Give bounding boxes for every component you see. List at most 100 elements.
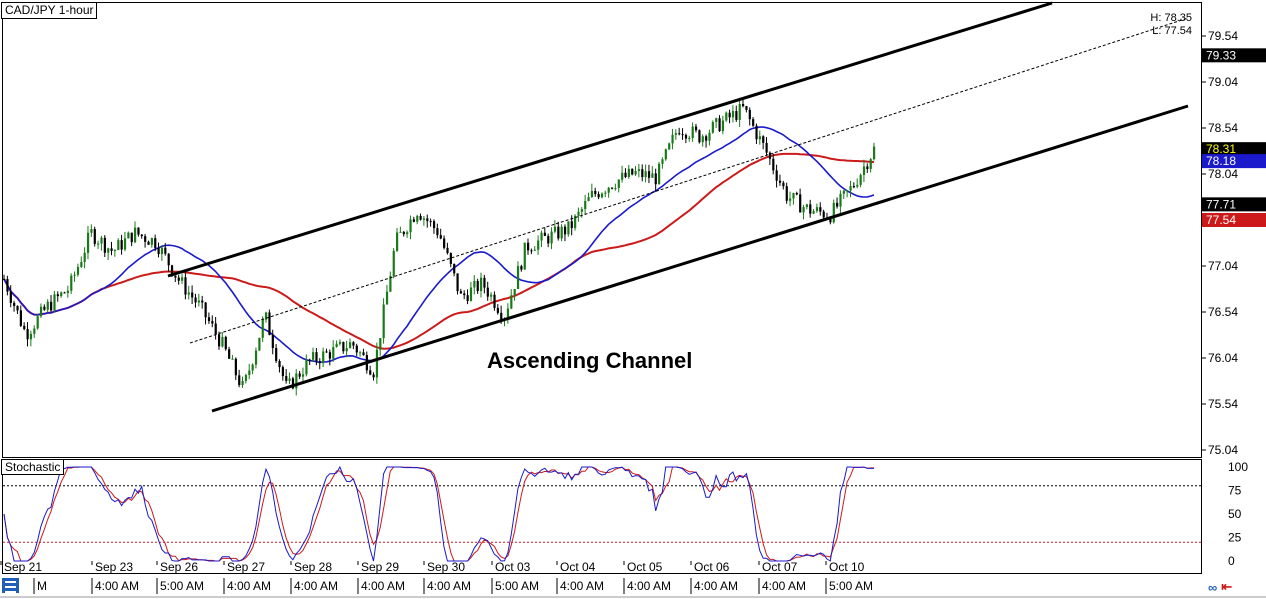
stoch-tick-label: 75 [1228, 484, 1242, 498]
candle-body [520, 266, 523, 270]
candle-body [298, 373, 301, 377]
candle-body [671, 134, 674, 144]
candle-body [436, 228, 439, 236]
candle-body [53, 294, 56, 311]
candle-body [610, 187, 614, 189]
candle-body [26, 329, 29, 340]
time-tick-label: 4:00 AM [762, 579, 806, 593]
candle-body [197, 300, 201, 303]
price-tick-label: 77.04 [1208, 259, 1238, 273]
candle-body [510, 295, 513, 309]
candle-body [345, 348, 348, 352]
candle-body [782, 182, 785, 187]
candle-body [802, 207, 805, 213]
candle-body [6, 279, 9, 292]
candle-body [530, 250, 533, 252]
candle-body [563, 226, 567, 235]
candle-body [449, 253, 452, 264]
candle-body [127, 232, 130, 239]
candle-body [631, 168, 634, 175]
price-tick-label: 79.04 [1208, 75, 1238, 89]
candle-body [873, 146, 876, 160]
time-tick-label: 4:00 AM [694, 579, 738, 593]
candle-body [647, 171, 651, 178]
candle-body [348, 342, 352, 349]
candle-body [553, 226, 557, 232]
jump-to-end-icon[interactable]: ⇤ [1221, 579, 1232, 595]
stoch-tick-label: 0 [1228, 554, 1235, 568]
candle-body [184, 277, 187, 295]
candle-body [859, 174, 862, 185]
candle-body [211, 321, 214, 324]
candle-body [204, 302, 207, 318]
candle-body [396, 232, 399, 251]
candle-body [543, 232, 547, 236]
time-tick-label: Oct 07 [762, 560, 798, 574]
candle-body [668, 143, 671, 150]
candle-body [691, 126, 694, 139]
candle-body [73, 274, 76, 276]
time-tick-label: Sep 23 [95, 560, 133, 574]
candle-body [325, 351, 328, 353]
candle-body [634, 170, 637, 175]
menu-icon[interactable] [2, 578, 19, 593]
candle-body [466, 295, 469, 301]
link-icon[interactable]: ∞ [1208, 580, 1217, 595]
candle-body [852, 186, 856, 188]
candle-body [580, 209, 583, 212]
candle-body [547, 235, 550, 244]
candle-body [63, 292, 66, 294]
candle-body [849, 186, 852, 191]
candle-body [83, 252, 86, 262]
candle-body [476, 280, 479, 292]
candle-body [439, 235, 442, 239]
candle-body [19, 310, 22, 326]
candle-body [113, 250, 117, 252]
price-badge-label: 79.33 [1206, 48, 1236, 62]
candle-body [359, 352, 362, 354]
time-tick-label: Oct 05 [627, 560, 663, 574]
candle-body [664, 149, 667, 160]
candle-body [281, 367, 285, 377]
candle-body [248, 370, 251, 376]
time-tick-label: 4:00 AM [627, 579, 671, 593]
time-tick-label: Oct 10 [829, 560, 865, 574]
price-tick-label: 76.54 [1208, 305, 1238, 319]
candle-body [123, 238, 127, 250]
candle-body [728, 112, 731, 118]
candle-body [258, 337, 261, 351]
candle-body [778, 180, 782, 183]
candle-body [752, 119, 755, 126]
candle-body [13, 302, 16, 306]
candle-body [621, 172, 624, 180]
candle-body [738, 104, 741, 120]
candle-body [238, 375, 241, 386]
candle-body [29, 333, 33, 340]
candle-body [527, 242, 530, 251]
time-tick-label: Sep 21 [4, 560, 42, 574]
candle-body [154, 238, 157, 249]
candle-body [587, 197, 590, 202]
candle-body [745, 106, 748, 110]
price-tick-label: 76.04 [1208, 351, 1238, 365]
candle-body [795, 192, 798, 195]
candle-body [406, 232, 409, 235]
candle-body [594, 190, 597, 195]
candle-body [443, 238, 446, 248]
candle-body [174, 275, 177, 278]
candle-body [641, 169, 644, 178]
candle-body [312, 352, 315, 360]
candle-body [809, 204, 812, 214]
stoch-tick-label: 50 [1228, 507, 1242, 521]
stoch-tick-label: 100 [1228, 460, 1248, 474]
candle-body [97, 243, 100, 245]
candle-body [718, 118, 721, 132]
candle-body [3, 278, 6, 280]
candle-body [221, 336, 224, 347]
candle-body [352, 342, 355, 346]
candle-body [322, 351, 325, 364]
candle-body [372, 374, 375, 378]
candle-body [651, 173, 654, 178]
candle-body [469, 287, 473, 301]
candle-body [557, 226, 560, 239]
